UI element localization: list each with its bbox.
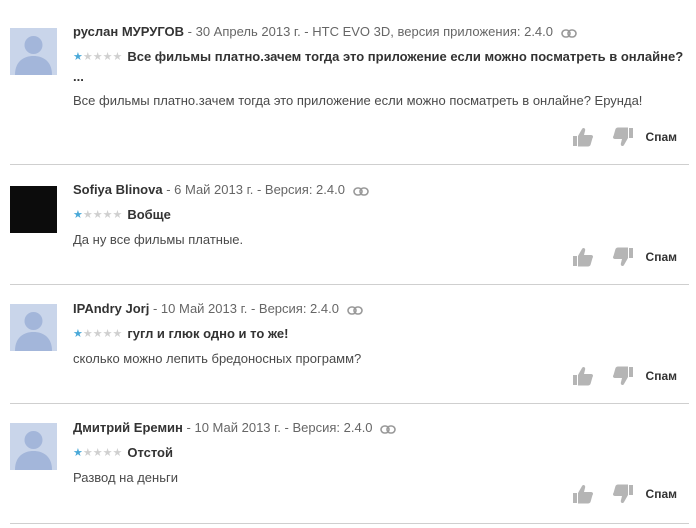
review-item: IPAndry Jorj - 10 Май 2013 г. - Версия: … bbox=[10, 285, 689, 404]
review-meta: IPAndry Jorj - 10 Май 2013 г. - Версия: … bbox=[73, 301, 689, 317]
spam-button[interactable]: Спам bbox=[646, 369, 677, 383]
rating-stars: ★★★★★ bbox=[73, 447, 123, 459]
link-icon[interactable] bbox=[560, 29, 577, 38]
review-item: Sofiya Blinova - 6 Май 2013 г. - Версия:… bbox=[10, 165, 689, 285]
avatar bbox=[10, 304, 57, 351]
avatar bbox=[10, 28, 57, 75]
spam-button[interactable]: Спам bbox=[646, 487, 677, 501]
review-title: гугл и глюк одно и то же! bbox=[127, 326, 289, 341]
review-title: Все фильмы платно.зачем тогда это прилож… bbox=[73, 49, 684, 84]
review-title: Вобще bbox=[127, 207, 171, 222]
thumbs-up-icon[interactable] bbox=[572, 247, 594, 267]
review-date-version: - 10 Май 2013 г. - Версия: 2.4.0 bbox=[182, 420, 373, 435]
review-date-version: - 6 Май 2013 г. - Версия: 2.4.0 bbox=[162, 182, 345, 197]
review-meta: Дмитрий Еремин - 10 Май 2013 г. - Версия… bbox=[73, 420, 689, 436]
thumbs-down-icon[interactable] bbox=[612, 366, 634, 386]
review-meta: Sofiya Blinova - 6 Май 2013 г. - Версия:… bbox=[73, 182, 689, 198]
thumbs-up-icon[interactable] bbox=[572, 366, 594, 386]
review-item: руслан МУРУГОВ - 30 Апрель 2013 г. - HTC… bbox=[10, 0, 689, 165]
thumbs-down-icon[interactable] bbox=[612, 247, 634, 267]
default-avatar-icon bbox=[15, 431, 52, 470]
link-icon[interactable] bbox=[380, 425, 396, 434]
default-avatar-icon bbox=[15, 36, 52, 75]
default-avatar-icon bbox=[15, 312, 52, 351]
thumbs-down-icon[interactable] bbox=[612, 127, 634, 147]
review-meta: руслан МУРУГОВ - 30 Апрель 2013 г. - HTC… bbox=[73, 24, 689, 40]
link-icon[interactable] bbox=[346, 306, 363, 315]
review-author[interactable]: Sofiya Blinova bbox=[73, 182, 163, 197]
review-actions: Спам bbox=[572, 366, 677, 386]
review-title: Отстой bbox=[127, 445, 173, 460]
review-actions: Спам bbox=[572, 247, 677, 267]
avatar bbox=[10, 423, 57, 470]
review-title-row: ★★★★★ Все фильмы платно.зачем тогда это п… bbox=[73, 47, 689, 86]
review-author[interactable]: Дмитрий Еремин bbox=[73, 420, 183, 435]
spam-button[interactable]: Спам bbox=[646, 130, 677, 144]
review-actions: Спам bbox=[572, 127, 677, 147]
review-actions: Спам bbox=[572, 484, 677, 504]
review-body: Все фильмы платно.зачем тогда это прилож… bbox=[73, 93, 643, 108]
review-date-version: - 10 Май 2013 г. - Версия: 2.4.0 bbox=[149, 301, 339, 316]
rating-stars: ★★★★★ bbox=[73, 51, 123, 63]
rating-stars: ★★★★★ bbox=[73, 328, 123, 340]
thumbs-up-icon[interactable] bbox=[572, 127, 594, 147]
review-item: Дмитрий Еремин - 10 Май 2013 г. - Версия… bbox=[10, 404, 689, 524]
avatar bbox=[10, 186, 57, 233]
spam-button[interactable]: Спам bbox=[646, 250, 677, 264]
review-title-row: ★★★★★ Вобще bbox=[73, 205, 689, 225]
thumbs-down-icon[interactable] bbox=[612, 484, 634, 504]
review-author[interactable]: руслан МУРУГОВ bbox=[73, 24, 184, 39]
review-author[interactable]: IPAndry Jorj bbox=[73, 301, 149, 316]
thumbs-up-icon[interactable] bbox=[572, 484, 594, 504]
rating-stars: ★★★★★ bbox=[73, 209, 123, 221]
review-title-row: ★★★★★ Отстой bbox=[73, 443, 689, 463]
review-title-row: ★★★★★ гугл и глюк одно и то же! bbox=[73, 324, 689, 344]
review-date-version: - 30 Апрель 2013 г. - HTC EVO 3D, версия… bbox=[184, 24, 554, 39]
link-icon[interactable] bbox=[352, 187, 369, 196]
